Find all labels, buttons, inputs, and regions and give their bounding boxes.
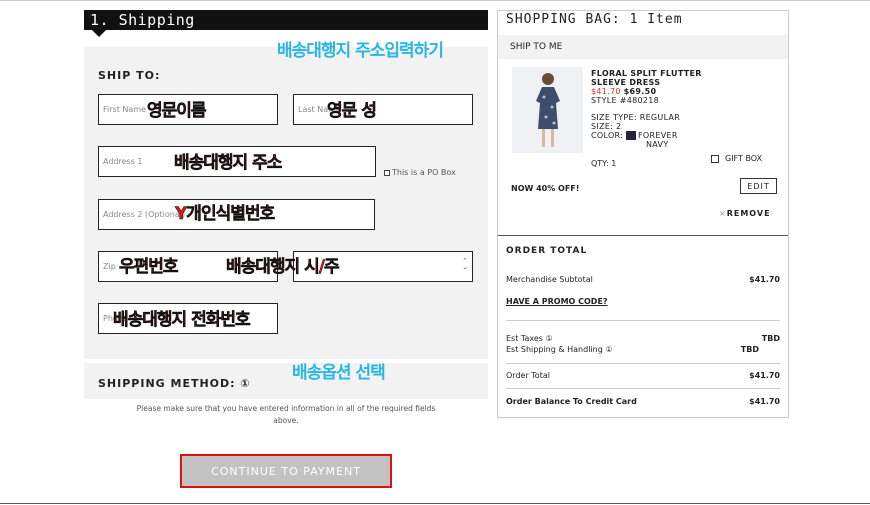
promo-code-link[interactable]: HAVE A PROMO CODE? [506,297,608,306]
merchandise-subtotal-label: Merchandise Subtotal [506,275,593,284]
color-label: COLOR: [591,131,624,140]
taxes-value: TBD [761,334,780,343]
promo-message: NOW 40% OFF! [511,184,580,193]
address2-placeholder: Address 2 (Optional) [103,210,186,219]
taxes-row: Est Taxes ① TBD [506,334,780,343]
po-box-checkbox[interactable] [384,169,390,176]
first-name-placeholder: First Name [103,105,146,114]
shopping-bag-panel: SHOPPING BAG: 1 Item SHIP TO ME FLORAL S… [497,10,789,418]
product-size: SIZE: 2 [591,122,622,131]
close-icon: × [719,209,727,218]
notice-line-2: above. [273,416,299,425]
order-total-value: $41.70 [749,371,780,380]
product-name-line2[interactable]: SLEEVE DRESS [591,78,702,87]
promo-divider [506,320,780,321]
remove-label: REMOVE [726,209,771,218]
header-notch [92,30,106,37]
shipping-handling-label: Est Shipping & Handling ① [506,345,613,354]
balance-label: Order Balance To Credit Card [506,397,637,406]
balance-value: $41.70 [749,397,780,406]
annotation-forwarder-address: 배송대행지 주소 [174,153,283,174]
ship-to-me-tab[interactable]: SHIP TO ME [498,35,788,59]
balance-row: Order Balance To Credit Card $41.70 [506,397,780,406]
remove-button[interactable]: ×REMOVE [719,209,771,218]
color-swatch [626,131,637,140]
continue-to-payment-button[interactable]: CONTINUE TO PAYMENT [180,454,392,488]
gift-box-label: GIFT BOX [725,154,763,163]
gift-box-option[interactable]: GIFT BOX [711,154,762,163]
merchandise-subtotal-value: $41.70 [749,275,780,284]
shipping-handling-value: TBD [740,345,759,354]
shipping-method-panel: SHIPPING METHOD: ① [84,363,488,399]
gift-box-checkbox[interactable] [711,154,719,163]
order-total-title: ORDER TOTAL [506,246,588,256]
annotation-phone: 배송대행지 전화번호 [113,310,251,331]
zip-placeholder: Zip [103,262,116,271]
edit-button[interactable]: EDIT [740,178,777,194]
shipping-method-label: SHIPPING METHOD: ① [98,377,251,390]
annotation-city-state: 배송대행지 시/주 [226,257,340,278]
annotation-zip-code: 우편번호 [119,257,179,278]
annotation-english-surname: 영문 성 [327,101,377,122]
balance-divider [506,388,780,389]
original-price: $69.50 [623,87,657,96]
product-price: $41.70 $69.50 [591,87,702,96]
shipping-handling-row: Est Shipping & Handling ① TBD [506,345,759,354]
po-box-option[interactable]: This is a PO Box [384,168,456,177]
bag-title: SHOPPING BAG: 1 Item [506,12,683,27]
po-box-label: This is a PO Box [392,168,456,177]
estimates-divider [506,363,780,364]
required-fields-notice: Please make sure that you have entered i… [84,403,488,427]
bottom-border [0,503,870,504]
notice-line-1: Please make sure that you have entered i… [136,404,436,413]
chevron-updown-icon: ⌃ ⌄ [462,257,468,271]
ship-to-label: SHIP TO: [98,69,161,82]
shipping-section: 1. Shipping SHIP TO: First Name Last Nam… [84,10,488,490]
product-name-line1[interactable]: FLORAL SPLIT FLUTTER [591,69,702,78]
product-qty: QTY: 1 [591,159,617,168]
product-style: STYLE #480218 [591,96,660,105]
order-total-divider [498,235,788,236]
color-name-line1: FOREVER [638,131,678,140]
product-image[interactable] [512,67,583,153]
taxes-label: Est Taxes ① [506,334,553,343]
product-info: FLORAL SPLIT FLUTTER SLEEVE DRESS $41.70… [591,69,702,149]
merchandise-subtotal-row: Merchandise Subtotal $41.70 [506,275,780,284]
color-name-line2: NAVY [646,140,669,149]
annotation-enter-address: 배송대행지 주소입력하기 [277,41,444,61]
product-color: COLOR: FOREVER [591,131,702,140]
annotation-personal-id: Y개인식별번호 [175,204,276,225]
address1-placeholder: Address 1 [103,157,143,166]
dress-image [512,67,583,153]
sale-price: $41.70 [591,87,621,96]
top-border [0,0,870,1]
order-total-label: Order Total [506,371,550,380]
annotation-shipping-option: 배송옵션 선택 [292,363,386,383]
shipping-header: 1. Shipping [84,10,488,30]
annotation-english-name: 영문이름 [147,101,207,122]
last-name-field[interactable]: Last Name [293,94,473,125]
product-size-type: SIZE TYPE: REGULAR [591,113,681,122]
order-total-row: Order Total $41.70 [506,371,780,380]
